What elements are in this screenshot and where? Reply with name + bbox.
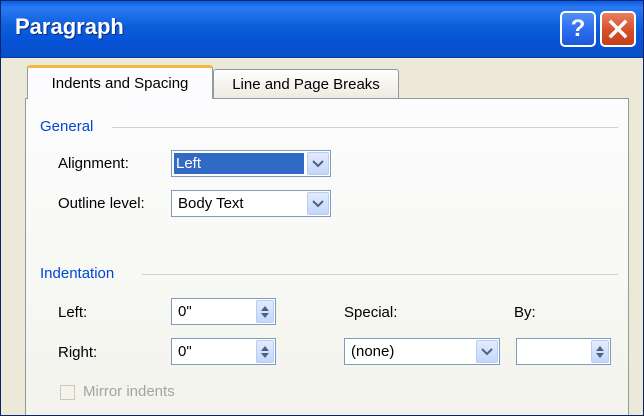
outline-level-value: Body Text bbox=[178, 195, 244, 212]
outline-level-label: Outline level: bbox=[58, 195, 145, 212]
spin-up-icon bbox=[261, 305, 269, 311]
tab-indents-and-spacing[interactable]: Indents and Spacing bbox=[27, 65, 213, 99]
paragraph-dialog: Paragraph ? Indents and Spacing Line and… bbox=[0, 0, 644, 416]
right-indent-spin-buttons[interactable] bbox=[256, 340, 274, 363]
alignment-dropdown-button[interactable] bbox=[307, 152, 329, 175]
title-bar[interactable]: Paragraph ? bbox=[1, 1, 643, 58]
tab-line-and-page-breaks[interactable]: Line and Page Breaks bbox=[213, 69, 399, 99]
special-dropdown[interactable]: (none) bbox=[344, 338, 500, 365]
tab-panel: General Alignment: Left Outline level: B… bbox=[25, 98, 629, 415]
tab-label: Indents and Spacing bbox=[51, 75, 189, 92]
spin-down-icon bbox=[596, 352, 604, 358]
outline-level-dropdown-button[interactable] bbox=[307, 192, 329, 215]
by-spin-buttons[interactable] bbox=[591, 340, 609, 363]
question-mark-icon: ? bbox=[570, 15, 586, 42]
special-label: Special: bbox=[344, 304, 398, 321]
general-divider bbox=[112, 127, 618, 128]
left-indent-value: 0" bbox=[178, 303, 192, 320]
alignment-selection: Left bbox=[174, 153, 304, 174]
tab-strip: Indents and Spacing Line and Page Breaks bbox=[1, 57, 643, 99]
by-spinner[interactable] bbox=[516, 338, 611, 365]
chevron-down-icon bbox=[312, 159, 324, 167]
indentation-divider bbox=[142, 274, 618, 275]
help-button[interactable]: ? bbox=[560, 11, 596, 47]
right-indent-spinner[interactable]: 0" bbox=[171, 338, 276, 365]
left-indent-label: Left: bbox=[58, 304, 88, 321]
alignment-dropdown[interactable]: Left bbox=[171, 150, 331, 177]
special-dropdown-button[interactable] bbox=[476, 340, 498, 363]
dialog-title: Paragraph bbox=[15, 14, 124, 39]
right-indent-label: Right: bbox=[58, 344, 98, 361]
tab-label: Line and Page Breaks bbox=[232, 76, 380, 93]
general-group-title: General bbox=[40, 118, 94, 135]
close-button[interactable] bbox=[600, 11, 636, 47]
alignment-value: Left bbox=[176, 155, 202, 172]
spin-up-icon bbox=[596, 345, 604, 351]
close-x-icon bbox=[608, 19, 628, 39]
by-label: By: bbox=[514, 304, 536, 321]
alignment-label: Alignment: bbox=[58, 155, 129, 172]
spin-down-icon bbox=[261, 352, 269, 358]
special-value: (none) bbox=[351, 343, 395, 360]
chevron-down-icon bbox=[312, 199, 324, 207]
chevron-down-icon bbox=[481, 347, 493, 355]
mirror-indents-checkbox[interactable] bbox=[60, 385, 75, 400]
spin-up-icon bbox=[261, 345, 269, 351]
left-indent-spinner[interactable]: 0" bbox=[171, 298, 276, 325]
indentation-group-title: Indentation bbox=[40, 265, 115, 282]
outline-level-dropdown[interactable]: Body Text bbox=[171, 190, 331, 217]
spin-down-icon bbox=[261, 312, 269, 318]
mirror-indents-label: Mirror indents bbox=[83, 383, 175, 400]
right-indent-value: 0" bbox=[178, 343, 192, 360]
left-indent-spin-buttons[interactable] bbox=[256, 300, 274, 323]
